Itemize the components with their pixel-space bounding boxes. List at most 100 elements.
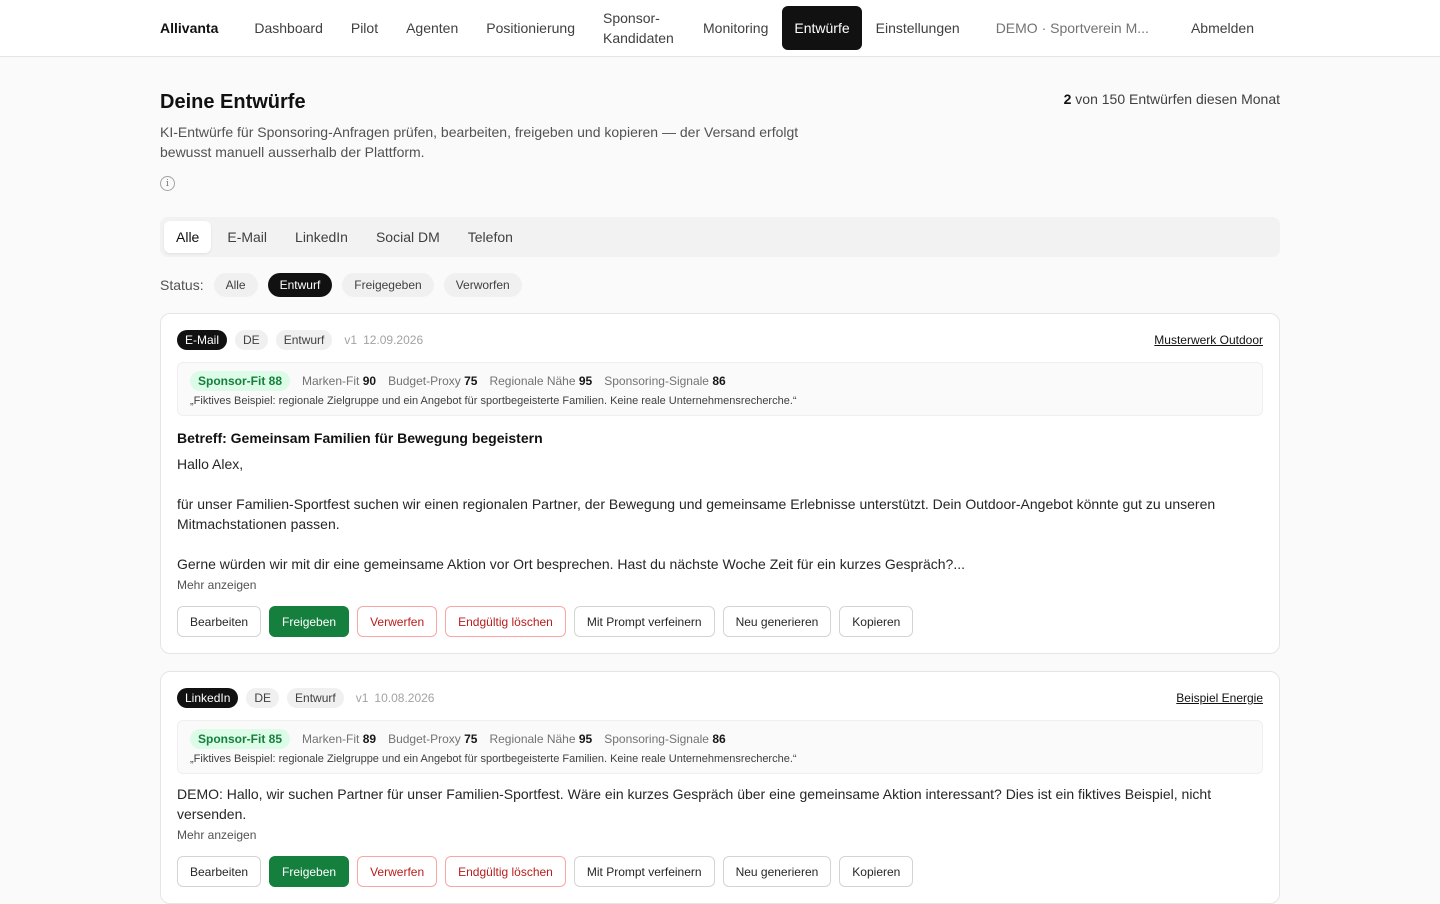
nav-agenten[interactable]: Agenten xyxy=(392,6,472,50)
sponsor-fit-badge: Sponsor-Fit 85 xyxy=(190,729,291,749)
score-panel: Sponsor-Fit 85 Marken-Fit 89 Budget-Prox… xyxy=(177,720,1263,774)
status-badge: Entwurf xyxy=(287,688,344,708)
fit-rationale: „Fiktives Beispiel: regionale Zielgruppe… xyxy=(190,753,797,765)
metric-value: 86 xyxy=(712,374,726,388)
status-badge: Entwurf xyxy=(275,330,333,350)
draft-paragraph: für unser Familien-Sportfest suchen wir … xyxy=(177,496,1216,532)
draft-paragraph: Hallo Alex, xyxy=(177,456,244,472)
fit-rationale: „Fiktives Beispiel: regionale Zielgruppe… xyxy=(190,395,797,407)
edit-button[interactable]: Bearbeiten xyxy=(177,856,262,887)
metric-value: 90 xyxy=(362,374,377,388)
metric-label: Budget-Proxy xyxy=(388,374,461,388)
delete-button[interactable]: Endgültig löschen xyxy=(445,856,566,887)
metric-label: Regionale Nähe xyxy=(489,374,576,388)
delete-button[interactable]: Endgültig löschen xyxy=(445,606,566,637)
tab-alle[interactable]: Alle xyxy=(164,221,212,253)
nav-einstellungen[interactable]: Einstellungen xyxy=(862,6,974,50)
tab-email[interactable]: E-Mail xyxy=(215,221,279,253)
draft-actions: Bearbeiten Freigeben Verwerfen Endgültig… xyxy=(177,606,1263,637)
metric-value: 75 xyxy=(464,374,478,388)
main-content: Deine Entwürfe KI-Entwürfe für Sponsorin… xyxy=(160,57,1280,904)
metric-label: Marken-Fit xyxy=(302,374,360,388)
sponsor-fit-badge: Sponsor-Fit 88 xyxy=(190,371,291,391)
status-pill-alle[interactable]: Alle xyxy=(213,273,258,297)
logout-button[interactable]: Abmelden xyxy=(1177,6,1268,50)
draft-meta: E-Mail DE Entwurf v1 12.09.2026 xyxy=(177,330,1263,350)
metric-value: 86 xyxy=(712,732,726,746)
metric-regionale-naehe: Regionale Nähe 95 xyxy=(489,732,592,746)
metric-value: 89 xyxy=(362,732,377,746)
draft-date: 12.09.2026 xyxy=(363,333,424,347)
metric-label: Regionale Nähe xyxy=(489,732,576,746)
info-icon[interactable]: i xyxy=(160,176,175,191)
copy-button[interactable]: Kopieren xyxy=(839,856,914,887)
metric-label: Budget-Proxy xyxy=(388,732,461,746)
refine-prompt-button[interactable]: Mit Prompt verfeinern xyxy=(573,606,715,637)
draft-card: E-Mail DE Entwurf v1 12.09.2026 Musterwe… xyxy=(160,313,1280,654)
approve-button[interactable]: Freigeben xyxy=(269,856,350,887)
nav-positionierung[interactable]: Positionierung xyxy=(472,6,589,50)
discard-button[interactable]: Verwerfen xyxy=(357,856,438,887)
top-navigation: Allivanta Dashboard Pilot Agenten Positi… xyxy=(0,0,1440,57)
language-badge: DE xyxy=(235,330,268,350)
show-more-link[interactable]: Mehr anzeigen xyxy=(177,578,1263,592)
status-label: Status: xyxy=(160,277,204,293)
metric-label: Sponsoring-Signale xyxy=(604,374,709,388)
draft-quota: 2 von 150 Entwürfen diesen Monat xyxy=(1064,91,1280,107)
tab-linkedin[interactable]: LinkedIn xyxy=(283,221,360,253)
org-switcher[interactable]: DEMO · Sportverein M... xyxy=(982,6,1163,50)
company-link[interactable]: Musterwerk Outdoor xyxy=(1154,333,1263,347)
company-link[interactable]: Beispiel Energie xyxy=(1176,691,1263,705)
channel-badge: LinkedIn xyxy=(177,688,239,708)
quota-text: von 150 Entwürfen diesen Monat xyxy=(1071,91,1280,107)
nav-sponsor-kandidaten[interactable]: Sponsor-Kandidaten xyxy=(589,6,689,50)
metric-label: Marken-Fit xyxy=(302,732,360,746)
status-pill-freigegeben[interactable]: Freigegeben xyxy=(342,273,434,297)
metric-budget-proxy: Budget-Proxy 75 xyxy=(388,732,477,746)
version-label: v1 xyxy=(355,691,369,705)
score-panel: Sponsor-Fit 88 Marken-Fit 90 Budget-Prox… xyxy=(177,362,1263,416)
email-subject: Betreff: Gemeinsam Familien für Bewegung… xyxy=(177,430,543,446)
approve-button[interactable]: Freigeben xyxy=(269,606,350,637)
channel-badge: E-Mail xyxy=(177,330,228,350)
channel-tabs: Alle E-Mail LinkedIn Social DM Telefon xyxy=(160,217,1280,257)
regenerate-button[interactable]: Neu generieren xyxy=(722,606,832,637)
draft-message: DEMO: Hallo, wir suchen Partner für unse… xyxy=(177,786,1212,822)
metric-marken-fit: Marken-Fit 89 xyxy=(302,732,376,746)
nav-pilot[interactable]: Pilot xyxy=(337,6,392,50)
refine-prompt-button[interactable]: Mit Prompt verfeinern xyxy=(573,856,715,887)
nav-entwuerfe[interactable]: Entwürfe xyxy=(782,6,862,50)
status-pill-verworfen[interactable]: Verworfen xyxy=(443,273,522,297)
metric-marken-fit: Marken-Fit 90 xyxy=(302,374,376,388)
brand-logo[interactable]: Allivanta xyxy=(160,20,218,36)
score-row: Sponsor-Fit 88 Marken-Fit 90 Budget-Prox… xyxy=(190,371,1250,391)
nav-monitoring[interactable]: Monitoring xyxy=(689,6,782,50)
tab-social-dm[interactable]: Social DM xyxy=(364,221,452,253)
metric-value: 75 xyxy=(464,732,478,746)
version-label: v1 xyxy=(344,333,358,347)
draft-paragraph: Gerne würden wir mit dir eine gemeinsame… xyxy=(177,556,965,572)
nav-dashboard[interactable]: Dashboard xyxy=(240,6,337,50)
discard-button[interactable]: Verwerfen xyxy=(357,606,438,637)
tab-telefon[interactable]: Telefon xyxy=(456,221,525,253)
edit-button[interactable]: Bearbeiten xyxy=(177,606,262,637)
draft-card: LinkedIn DE Entwurf v1 10.08.2026 Beispi… xyxy=(160,671,1280,904)
metric-regionale-naehe: Regionale Nähe 95 xyxy=(489,374,592,388)
page-subtitle: KI-Entwürfe für Sponsoring-Anfragen prüf… xyxy=(160,124,799,160)
metric-value: 95 xyxy=(578,732,593,746)
copy-button[interactable]: Kopieren xyxy=(839,606,914,637)
metric-budget-proxy: Budget-Proxy 75 xyxy=(388,374,477,388)
language-badge: DE xyxy=(246,688,280,708)
draft-date: 10.08.2026 xyxy=(374,691,435,705)
page-header: Deine Entwürfe KI-Entwürfe für Sponsorin… xyxy=(160,57,1280,191)
draft-meta: LinkedIn DE Entwurf v1 10.08.2026 xyxy=(177,688,1263,708)
draft-body: Hallo Alex, für unser Familien-Sportfest… xyxy=(177,454,1263,574)
metric-sponsoring-signale: Sponsoring-Signale 86 xyxy=(604,732,725,746)
show-more-link[interactable]: Mehr anzeigen xyxy=(177,828,1263,842)
metric-value: 95 xyxy=(578,374,593,388)
status-filter: Status: Alle Entwurf Freigegeben Verworf… xyxy=(160,273,1280,297)
regenerate-button[interactable]: Neu generieren xyxy=(722,856,832,887)
status-pill-entwurf[interactable]: Entwurf xyxy=(267,273,333,297)
score-row: Sponsor-Fit 85 Marken-Fit 89 Budget-Prox… xyxy=(190,729,1250,749)
draft-actions: Bearbeiten Freigeben Verwerfen Endgültig… xyxy=(177,856,1263,887)
